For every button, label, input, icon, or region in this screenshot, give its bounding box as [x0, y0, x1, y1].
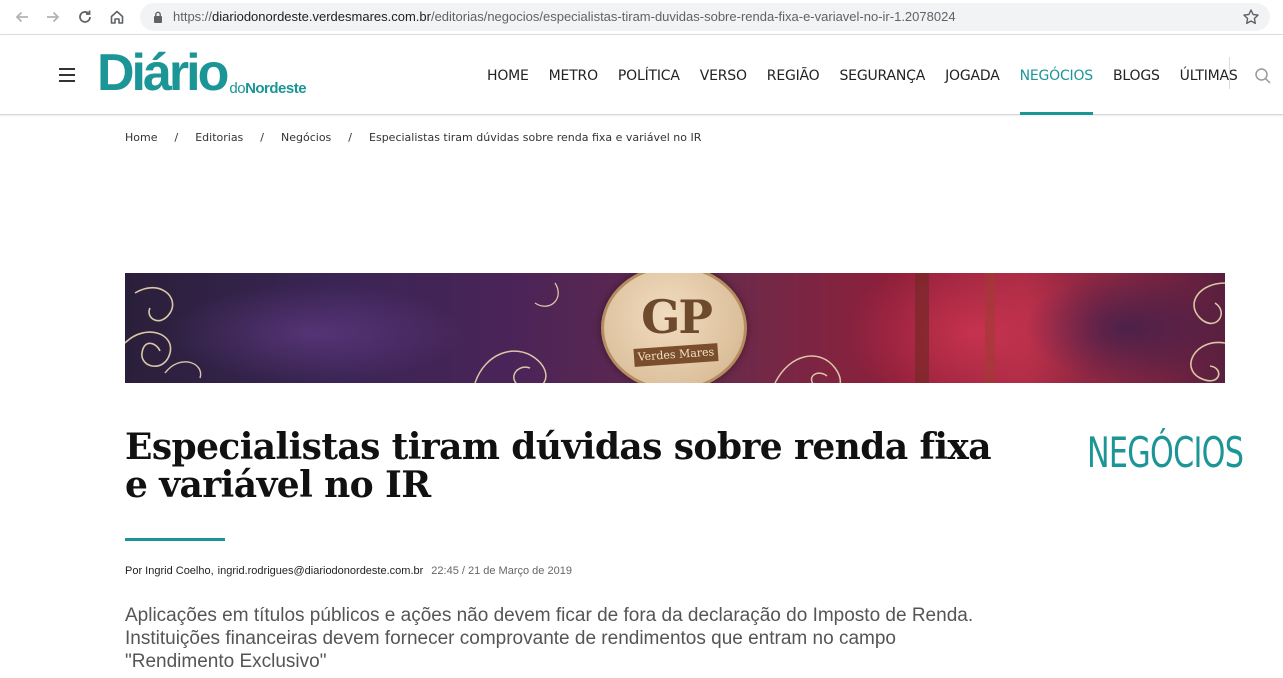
breadcrumb-negocios[interactable]: Negócios	[281, 131, 331, 144]
category-tag[interactable]: NEGÓCIOS	[1087, 428, 1244, 477]
back-button[interactable]	[11, 6, 33, 28]
browser-toolbar: https://diariodonordeste.verdesmares.com…	[0, 0, 1283, 35]
reload-button[interactable]	[74, 6, 96, 28]
swirl-ornament-left	[125, 286, 202, 379]
site-logo[interactable]: Diário doNordeste	[97, 44, 307, 102]
logo-sub: doNordeste	[229, 80, 307, 97]
hamburger-icon[interactable]	[59, 68, 75, 82]
author-name: Por Ingrid Coelho,	[125, 565, 214, 577]
nav-seguranca[interactable]: SEGURANÇA	[830, 35, 936, 115]
star-icon[interactable]	[1242, 8, 1260, 26]
nav-blogs[interactable]: BLOGS	[1103, 35, 1170, 115]
swirl-ornament-right	[1190, 282, 1225, 382]
nav-politica[interactable]: POLÍTICA	[608, 35, 690, 115]
address-bar[interactable]: https://diariodonordeste.verdesmares.com…	[140, 3, 1270, 31]
arrow-right-icon	[47, 11, 60, 23]
breadcrumb-separator: /	[174, 131, 179, 144]
nav-metro[interactable]: METRO	[539, 35, 608, 115]
swirl-ornament-center-right	[774, 355, 842, 383]
home-button[interactable]	[106, 6, 128, 28]
breadcrumb-current: Especialistas tiram dúvidas sobre renda …	[369, 131, 702, 144]
nav-verso[interactable]: VERSO	[690, 35, 757, 115]
swirl-ornament-center-left	[474, 282, 559, 383]
nav-regiao[interactable]: REGIÃO	[757, 35, 830, 115]
breadcrumb-separator: /	[348, 131, 353, 144]
article-headline: Especialistas tiram dúvidas sobre renda …	[125, 426, 992, 506]
breadcrumb-home[interactable]: Home	[125, 131, 157, 144]
breadcrumb: Home / Editorias / Negócios / Especialis…	[125, 131, 701, 144]
nav-negocios[interactable]: NEGÓCIOS	[1010, 35, 1103, 115]
url-text: https://diariodonordeste.verdesmares.com…	[173, 9, 956, 24]
nav-ultimas[interactable]: ÚLTIMAS	[1170, 35, 1248, 115]
nav-home[interactable]: HOME	[477, 35, 539, 115]
article-lead: Aplicações em títulos públicos e ações n…	[125, 605, 974, 672]
breadcrumb-editorias[interactable]: Editorias	[195, 131, 243, 144]
breadcrumb-separator: /	[260, 131, 265, 144]
home-icon	[110, 10, 124, 24]
logo-main: Diário	[97, 44, 229, 102]
nav-divider	[1229, 57, 1230, 89]
search-icon[interactable]	[1254, 67, 1272, 85]
main-nav: HOME METRO POLÍTICA VERSO REGIÃO SEGURAN…	[477, 35, 1248, 115]
arrow-left-icon	[15, 11, 28, 23]
banner-ad[interactable]: GP Verdes Mares	[125, 273, 1225, 383]
lock-icon	[154, 11, 162, 23]
gp-verdes-mares-logo: GP Verdes Mares	[601, 273, 747, 383]
author-email[interactable]: ingrid.rodrigues@diariodonordeste.com.br	[218, 565, 424, 577]
byline: Por Ingrid Coelho, ingrid.rodrigues@diari…	[125, 565, 572, 577]
publish-datetime: 22:45 / 21 de Março de 2019	[431, 565, 572, 577]
nav-jogada[interactable]: JOGADA	[935, 35, 1010, 115]
site-header: Diário doNordeste HOME METRO POLÍTICA VE…	[0, 35, 1283, 115]
forward-button[interactable]	[42, 6, 64, 28]
headline-underline	[125, 538, 225, 541]
reload-icon	[79, 10, 91, 23]
stage-frame	[915, 273, 995, 383]
